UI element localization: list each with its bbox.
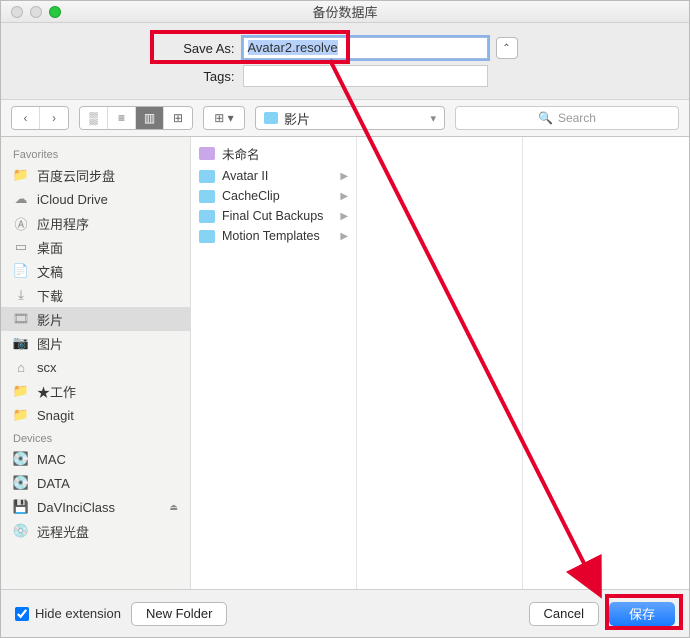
sidebar-item-home[interactable]: ⌂scx xyxy=(1,355,190,379)
sidebar-item-davinciclass[interactable]: 💾DaVInciClass⏏ xyxy=(1,495,190,519)
group-menu[interactable]: ⊞ ▾ xyxy=(203,106,245,130)
file-item[interactable]: Avatar II▶ xyxy=(191,166,356,186)
file-item[interactable]: Motion Templates▶ xyxy=(191,226,356,246)
chevron-right-icon: ▶ xyxy=(340,231,348,242)
folder-icon: 📁 xyxy=(13,408,29,422)
file-column-3[interactable] xyxy=(523,137,689,589)
sidebar-item-remote-disc[interactable]: 💿远程光盘 xyxy=(1,519,190,543)
sidebar: Favorites 📁百度云同步盘 ☁iCloud Drive Ⓐ应用程序 ▭桌… xyxy=(1,137,191,589)
disk-icon: 💽 xyxy=(13,476,29,490)
eject-icon[interactable]: ⏏ xyxy=(169,502,178,513)
ext-disk-icon: 💾 xyxy=(13,500,29,514)
file-item[interactable]: Final Cut Backups▶ xyxy=(191,206,356,226)
chevron-up-icon: ⌃ xyxy=(502,43,510,54)
cancel-button[interactable]: Cancel xyxy=(529,602,599,626)
doc-icon: 📄 xyxy=(13,264,29,278)
file-item[interactable]: 未命名 xyxy=(191,141,356,166)
save-as-input[interactable]: Avatar2.resolve xyxy=(243,37,488,59)
hide-extension-checkbox[interactable]: Hide extension xyxy=(15,606,121,621)
nav-back-forward[interactable]: ‹ › xyxy=(11,106,69,130)
folder-icon: 📁 xyxy=(13,168,29,182)
search-input[interactable]: 🔍 Search xyxy=(455,106,679,130)
expand-button[interactable]: ⌃ xyxy=(496,37,518,59)
icon-view-button[interactable]: ▒ xyxy=(80,107,108,129)
file-column-1[interactable]: 未命名 Avatar II▶ CacheClip▶ Final Cut Back… xyxy=(191,137,357,589)
tags-label: Tags: xyxy=(173,69,243,84)
hide-extension-input[interactable] xyxy=(15,607,29,621)
window-title: 备份数据库 xyxy=(1,2,689,21)
sidebar-item-movies[interactable]: 🎞影片 xyxy=(1,307,190,331)
view-mode-segment[interactable]: ▒ ≡ ▥ ⊞ xyxy=(79,106,193,130)
sidebar-item-data[interactable]: 💽DATA xyxy=(1,471,190,495)
sidebar-item-mac[interactable]: 💽MAC xyxy=(1,447,190,471)
sidebar-item-pictures[interactable]: 📷图片 xyxy=(1,331,190,355)
file-item[interactable]: CacheClip▶ xyxy=(191,186,356,206)
folder-icon xyxy=(264,112,278,124)
download-icon: ⤓ xyxy=(13,288,29,302)
sidebar-header-favorites: Favorites xyxy=(1,143,190,163)
folder-icon xyxy=(199,210,215,223)
sidebar-item-icloud[interactable]: ☁iCloud Drive xyxy=(1,187,190,211)
forward-button[interactable]: › xyxy=(40,107,68,129)
sidebar-item-applications[interactable]: Ⓐ应用程序 xyxy=(1,211,190,235)
column-view-button[interactable]: ▥ xyxy=(136,107,164,129)
sidebar-item-documents[interactable]: 📄文稿 xyxy=(1,259,190,283)
sidebar-item-baidu[interactable]: 📁百度云同步盘 xyxy=(1,163,190,187)
sidebar-item-work[interactable]: 📁★工作 xyxy=(1,379,190,403)
chevron-updown-icon: ▾ xyxy=(430,112,436,125)
folder-icon: 📁 xyxy=(13,384,29,398)
list-view-button[interactable]: ≡ xyxy=(108,107,136,129)
save-button[interactable]: 保存 xyxy=(609,602,675,626)
desktop-icon: ▭ xyxy=(13,240,29,254)
chevron-right-icon: ▶ xyxy=(340,171,348,182)
path-label: 影片 xyxy=(284,109,310,128)
tags-input[interactable] xyxy=(243,65,488,87)
sidebar-item-snagit[interactable]: 📁Snagit xyxy=(1,403,190,427)
sidebar-item-desktop[interactable]: ▭桌面 xyxy=(1,235,190,259)
gallery-view-button[interactable]: ⊞ xyxy=(164,107,192,129)
folder-icon xyxy=(199,230,215,243)
path-dropdown[interactable]: 影片 ▾ xyxy=(255,106,445,130)
cloud-icon: ☁ xyxy=(13,192,29,206)
home-icon: ⌂ xyxy=(13,360,29,374)
search-icon: 🔍 xyxy=(538,111,553,125)
sidebar-item-downloads[interactable]: ⤓下载 xyxy=(1,283,190,307)
sidebar-header-devices: Devices xyxy=(1,427,190,447)
file-column-2[interactable] xyxy=(357,137,523,589)
folder-icon xyxy=(199,190,215,203)
folder-icon xyxy=(199,170,215,183)
group-button[interactable]: ⊞ ▾ xyxy=(204,107,244,129)
file-browser: 未命名 Avatar II▶ CacheClip▶ Final Cut Back… xyxy=(191,137,689,589)
remote-disc-icon: 💿 xyxy=(13,524,29,538)
apps-icon: Ⓐ xyxy=(13,216,29,230)
movie-file-icon xyxy=(199,147,215,160)
back-button[interactable]: ‹ xyxy=(12,107,40,129)
new-folder-button[interactable]: New Folder xyxy=(131,602,227,626)
chevron-right-icon: ▶ xyxy=(340,211,348,222)
save-as-label: Save As: xyxy=(173,41,243,56)
camera-icon: 📷 xyxy=(13,336,29,350)
disk-icon: 💽 xyxy=(13,452,29,466)
chevron-right-icon: ▶ xyxy=(340,191,348,202)
titlebar: 备份数据库 xyxy=(1,1,689,23)
movie-icon: 🎞 xyxy=(13,312,29,326)
